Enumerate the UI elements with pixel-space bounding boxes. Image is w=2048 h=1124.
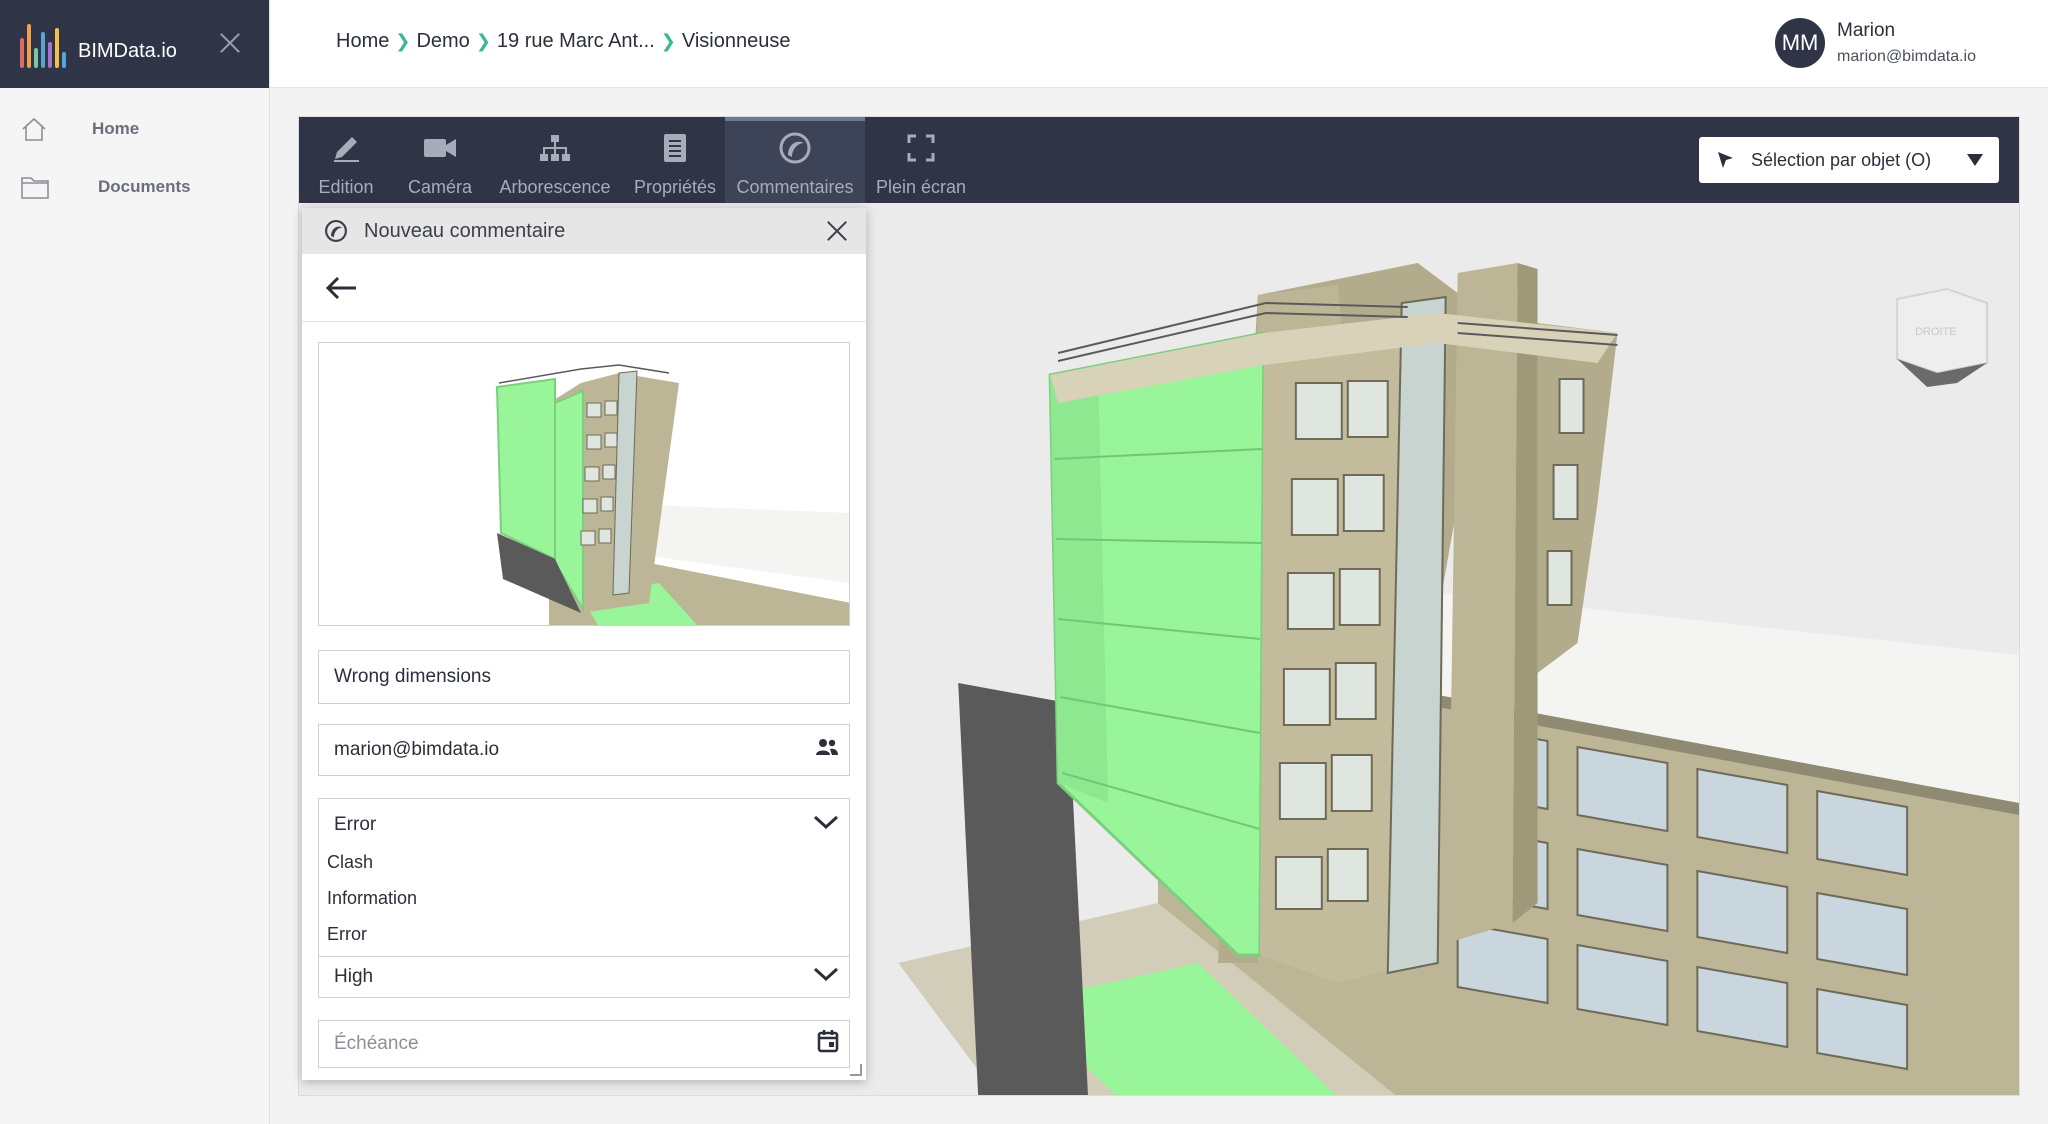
top-bar: Home ❯ Demo ❯ 19 rue Marc Ant... ❯ Visio… <box>270 0 2048 88</box>
comment-snapshot <box>318 342 850 626</box>
due-date-placeholder: Échéance <box>334 1033 419 1054</box>
type-select[interactable]: Error <box>318 798 850 850</box>
close-icon[interactable] <box>826 220 848 242</box>
selection-mode-dropdown[interactable]: Sélection par objet (O) <box>1699 137 1999 183</box>
breadcrumb-home[interactable]: Home <box>336 30 389 53</box>
tool-label: Plein écran <box>875 177 967 197</box>
breadcrumb-demo[interactable]: Demo <box>416 30 469 53</box>
tool-properties[interactable]: Propriétés <box>629 117 721 203</box>
chevron-right-icon: ❯ <box>660 31 676 51</box>
new-comment-panel: Nouveau commentaire Wrong dimensions mar… <box>302 208 866 1080</box>
snapshot-image <box>319 343 849 625</box>
caret-down-icon <box>1967 154 1983 166</box>
breadcrumb-current: Visionneuse <box>681 30 791 52</box>
type-option-clash[interactable]: Clash <box>319 844 849 880</box>
type-options-list: Clash Information Error <box>318 844 850 964</box>
type-option-information[interactable]: Information <box>319 880 849 916</box>
calendar-icon[interactable] <box>817 1029 839 1059</box>
back-arrow-icon[interactable] <box>324 275 358 301</box>
chevron-down-icon[interactable] <box>813 814 839 836</box>
home-icon <box>22 117 46 141</box>
viewcube[interactable]: DROITE <box>1896 287 1989 387</box>
tool-label: Caméra <box>407 177 473 197</box>
due-date-input[interactable]: Échéance <box>318 1020 850 1068</box>
properties-icon <box>664 134 686 162</box>
comment-title-value: Wrong dimensions <box>334 666 492 687</box>
tree-icon <box>540 135 570 161</box>
sidebar: BIMData.io Home Documents <box>0 0 270 1124</box>
close-sidebar-icon[interactable] <box>217 30 243 56</box>
sidebar-item-label: Home <box>92 119 140 138</box>
comments-icon <box>325 220 347 242</box>
logo-icon <box>20 20 66 68</box>
breadcrumb: Home ❯ Demo ❯ 19 rue Marc Ant... ❯ Visio… <box>336 30 790 53</box>
tool-label: Propriétés <box>633 177 717 197</box>
assignee-value: marion@bimdata.io <box>334 739 500 760</box>
tool-label: Edition <box>318 177 374 197</box>
chevron-right-icon: ❯ <box>475 31 491 51</box>
tool-comments[interactable]: Commentaires <box>725 117 865 203</box>
cursor-icon <box>1718 152 1733 168</box>
user-menu[interactable]: MM Marion marion@bimdata.io <box>1775 18 1976 68</box>
comment-title-input[interactable]: Wrong dimensions <box>318 650 850 704</box>
pencil-icon <box>334 137 359 162</box>
comments-icon <box>779 132 811 164</box>
chevron-down-icon[interactable] <box>813 966 839 988</box>
assignee-input[interactable]: marion@bimdata.io <box>318 724 850 776</box>
tool-tree[interactable]: Arborescence <box>495 117 615 203</box>
folder-icon <box>21 177 49 199</box>
tool-camera[interactable]: Caméra <box>399 117 481 203</box>
sidebar-item-documents[interactable]: Documents <box>0 158 269 216</box>
type-selected-value: Error <box>334 813 377 835</box>
user-email: marion@bimdata.io <box>1837 48 1976 65</box>
priority-select[interactable]: High <box>318 956 850 998</box>
tool-edition[interactable]: Edition <box>299 117 393 203</box>
type-option-error[interactable]: Error <box>319 916 849 952</box>
avatar[interactable]: MM <box>1775 18 1826 68</box>
back-row <box>302 254 866 322</box>
people-icon[interactable] <box>815 738 839 762</box>
panel-header: Nouveau commentaire <box>302 208 866 254</box>
viewcube-face-label: DROITE <box>1915 326 1956 338</box>
tool-fullscreen[interactable]: Plein écran <box>873 117 969 203</box>
viewer-toolbar: Edition Caméra Arborescence Propriétés C… <box>299 117 2019 203</box>
panel-title: Nouveau commentaire <box>364 219 566 242</box>
sidebar-item-home[interactable]: Home <box>0 100 269 158</box>
selection-mode-label: Sélection par objet (O) <box>1751 149 1932 170</box>
brand-header: BIMData.io <box>0 0 269 88</box>
fullscreen-icon <box>907 134 935 162</box>
user-name: Marion <box>1837 20 1896 41</box>
chevron-right-icon: ❯ <box>395 31 411 51</box>
brand-name: BIMData.io <box>78 39 177 62</box>
breadcrumb-project[interactable]: 19 rue Marc Ant... <box>497 30 655 53</box>
sidebar-item-label: Documents <box>98 177 191 196</box>
tool-label: Commentaires <box>736 177 854 197</box>
camera-icon <box>424 139 456 157</box>
priority-selected-value: High <box>334 966 374 987</box>
tool-label: Arborescence <box>499 177 611 197</box>
resize-handle-icon[interactable] <box>850 1064 862 1076</box>
